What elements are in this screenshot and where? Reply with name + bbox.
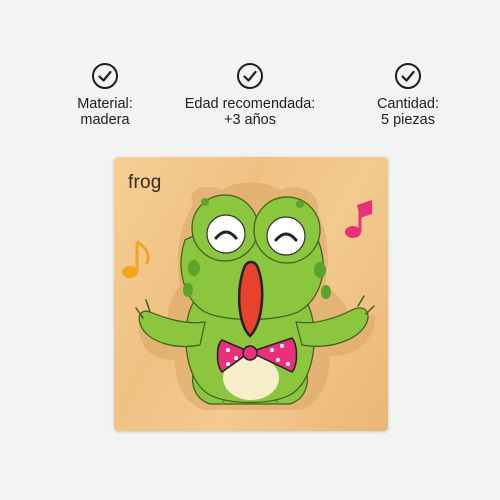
frog-right-eye [266, 216, 306, 256]
frog-left-eye [206, 214, 246, 254]
frog-puzzle-illustration [122, 182, 376, 410]
bow-tie-knot [242, 345, 258, 361]
music-note-pink-icon [345, 200, 372, 238]
music-note-yellow-icon [122, 240, 150, 278]
